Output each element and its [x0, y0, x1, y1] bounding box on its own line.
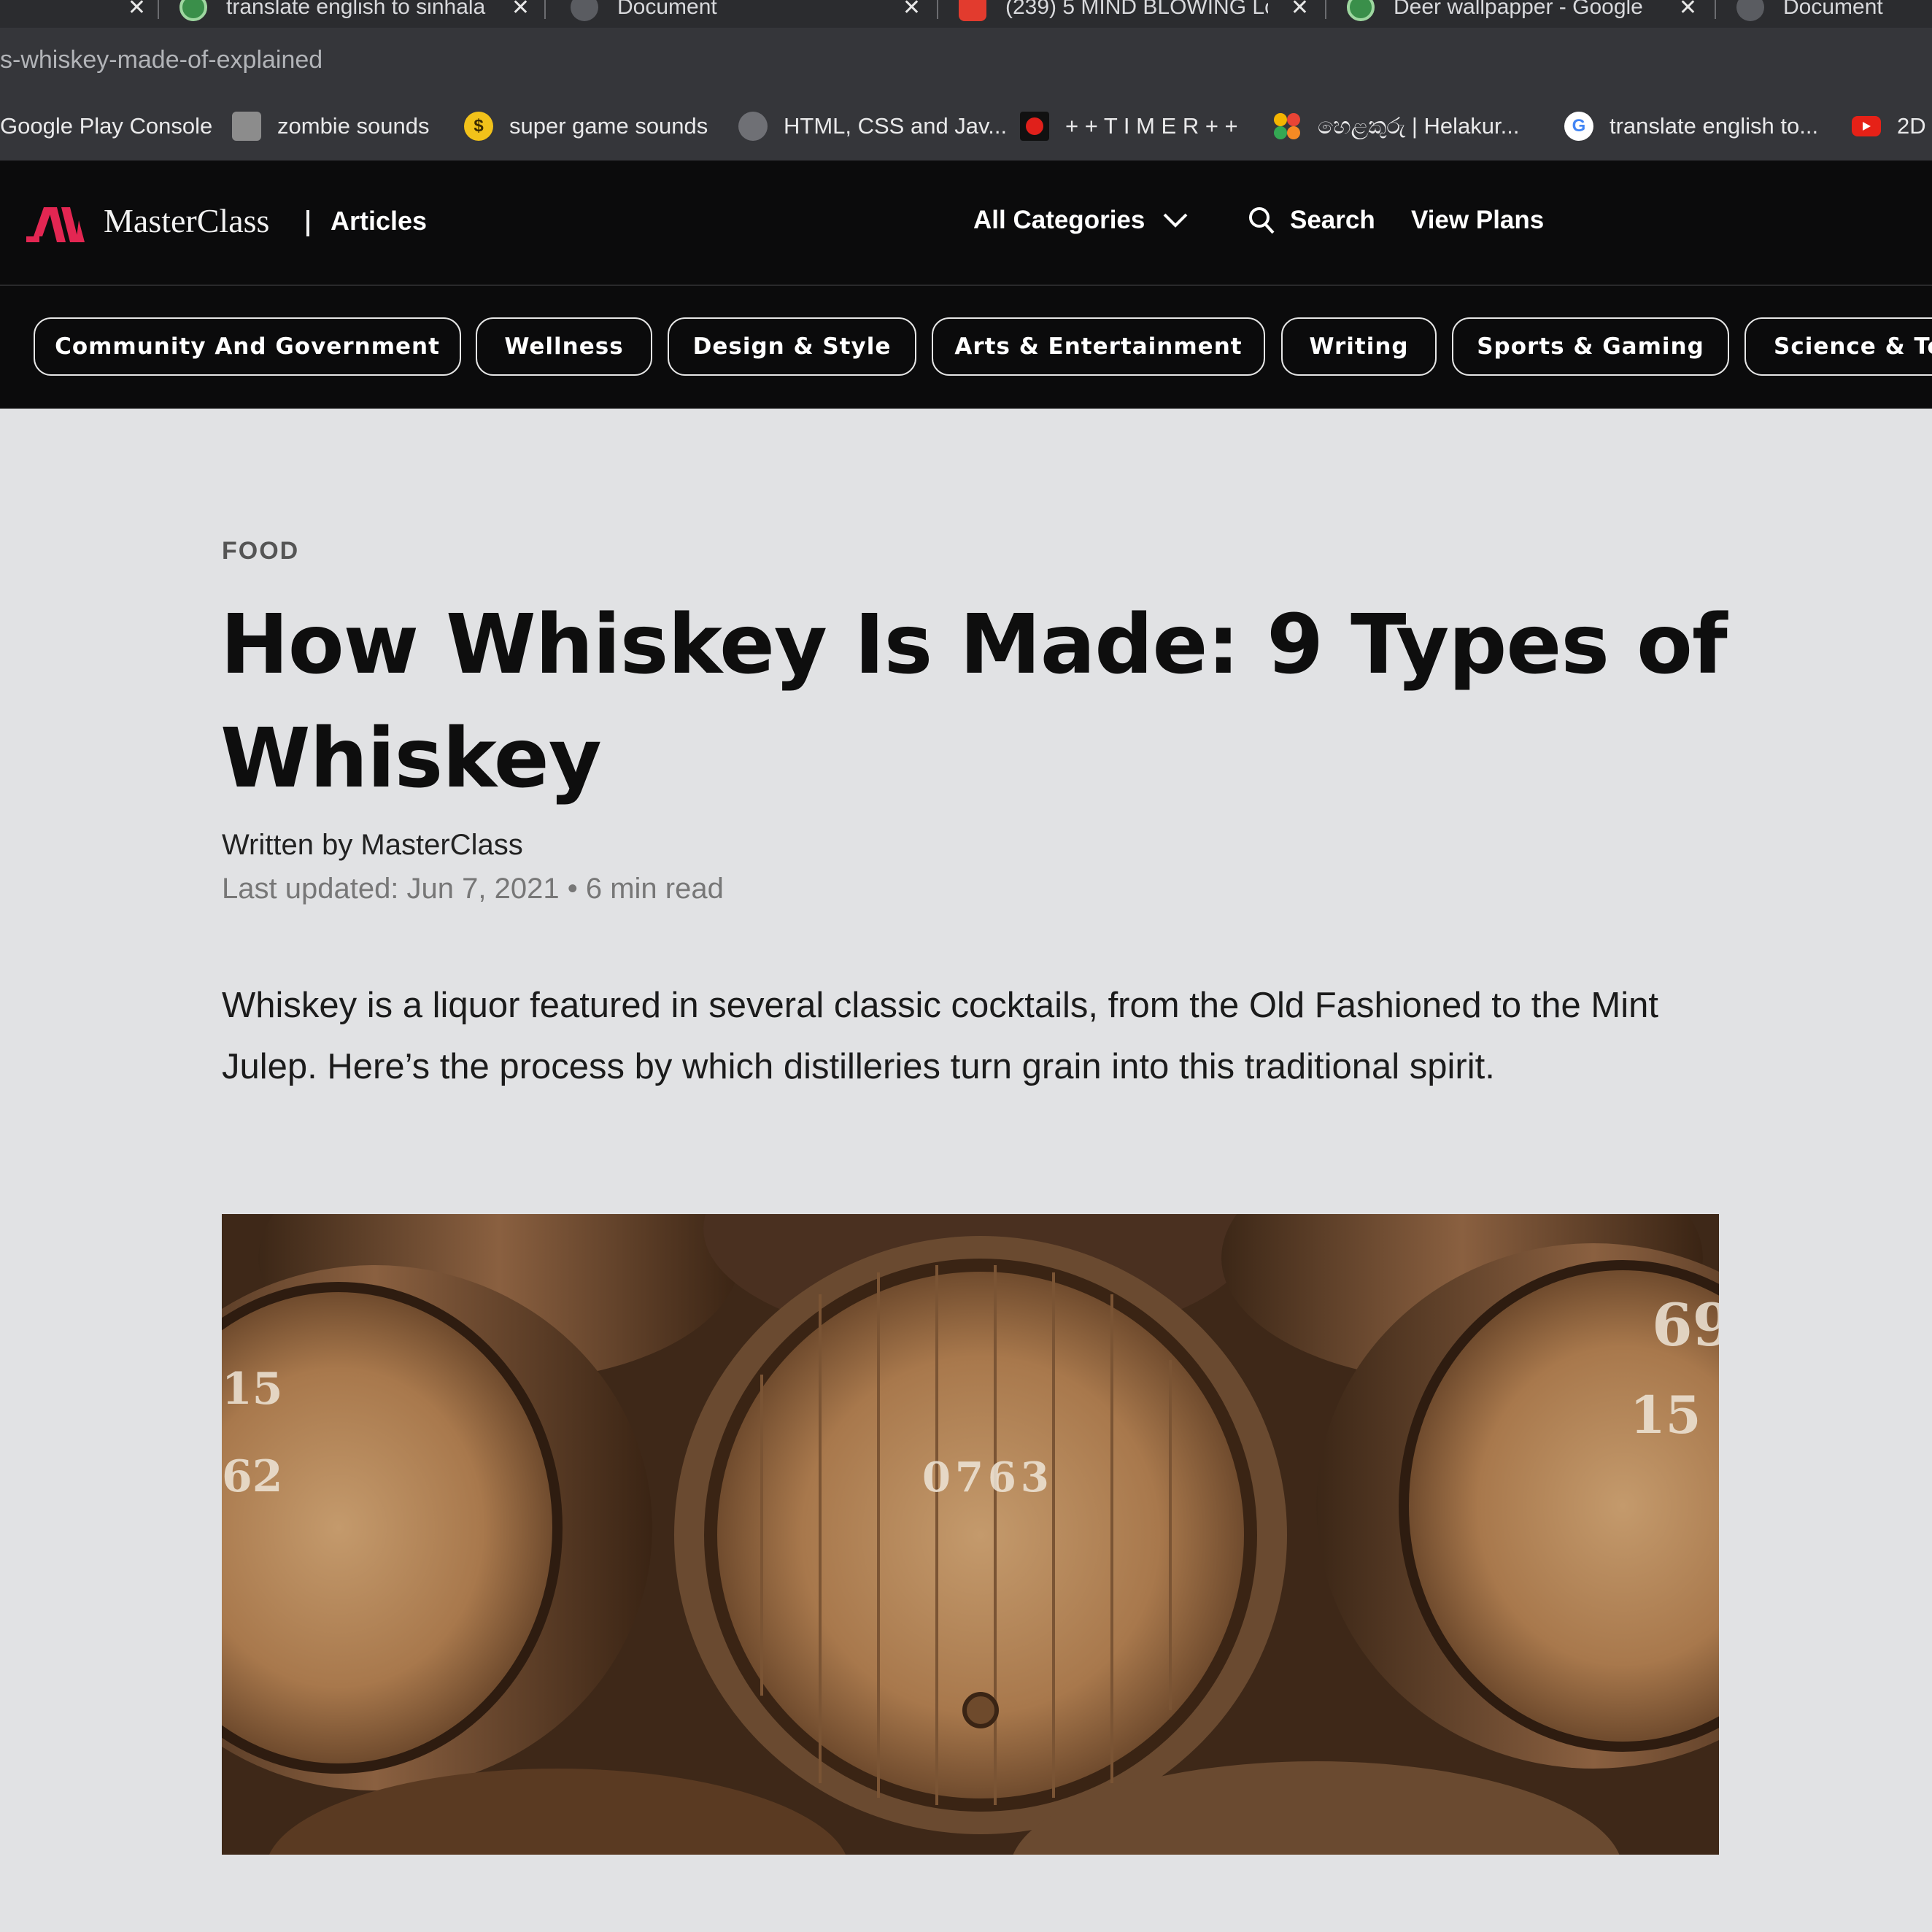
- search-icon: [1248, 206, 1275, 235]
- browser-tab[interactable]: Deer wallpapper - Google ✕: [1347, 0, 1697, 28]
- bookmark-label: Google Play Console: [0, 113, 213, 139]
- bookmark-item[interactable]: 2D: [1852, 92, 1926, 161]
- barrel-stencil: 15: [222, 1364, 283, 1415]
- article-category[interactable]: FOOD: [222, 537, 299, 565]
- section-link-articles[interactable]: Articles: [331, 206, 427, 236]
- search-label: Search: [1290, 206, 1375, 234]
- browser-tab-strip: ✕ translate english to sinhala ✕ Documen…: [0, 0, 1932, 28]
- bookmark-item[interactable]: HTML, CSS and Jav...: [738, 92, 1007, 161]
- article-meta: Last updated: Jun 7, 2021 • 6 min read: [222, 873, 724, 905]
- browser-tab[interactable]: Document ✕: [571, 0, 921, 28]
- view-plans-link[interactable]: View Plans: [1411, 206, 1544, 235]
- category-pill[interactable]: Arts & Entertainment: [932, 317, 1265, 376]
- close-tab-icon[interactable]: ✕: [511, 0, 530, 20]
- category-pill[interactable]: Wellness: [476, 317, 652, 376]
- view-plans-label: View Plans: [1411, 206, 1545, 234]
- coin-icon: $: [464, 112, 493, 141]
- barrel-stencil: 15: [1630, 1385, 1701, 1445]
- chrome-favicon-icon: [1347, 0, 1375, 21]
- category-pill-bar: Community And Government Wellness Design…: [0, 286, 1932, 409]
- chrome-favicon-icon: [179, 0, 207, 21]
- bookmark-label: translate english to...: [1610, 113, 1819, 139]
- close-tab-icon[interactable]: ✕: [128, 0, 146, 20]
- bookmark-label: + + T I M E R + +: [1065, 113, 1238, 139]
- bookmark-item[interactable]: $ super game sounds: [464, 92, 708, 161]
- bookmark-item[interactable]: zombie sounds: [232, 92, 430, 161]
- tab-separator: [158, 0, 159, 19]
- tab-title: (239) 5 MIND BLOWING Lo: [1005, 0, 1268, 19]
- brand-name[interactable]: MasterClass: [104, 201, 269, 240]
- zombie-icon: [232, 112, 261, 141]
- tab-title: Deer wallpapper - Google: [1394, 0, 1643, 19]
- article-title: How Whiskey Is Made: 9 Types of Whiskey: [220, 598, 1728, 806]
- youtube-icon: [1852, 116, 1881, 136]
- timer-icon: [1020, 112, 1049, 141]
- category-pill[interactable]: Science & Te: [1744, 317, 1932, 376]
- all-categories-label: All Categories: [973, 206, 1145, 234]
- close-tab-icon[interactable]: ✕: [1291, 0, 1309, 20]
- globe-favicon-icon: [1736, 0, 1764, 21]
- site-header: MasterClass Articles All Categories Sear…: [0, 161, 1932, 286]
- browser-tab[interactable]: (239) 5 MIND BLOWING Lo ✕: [959, 0, 1309, 28]
- bookmark-item[interactable]: G translate english to...: [1564, 92, 1818, 161]
- bookmark-label: හෙළකුරු | Helakur...: [1318, 112, 1520, 139]
- bookmark-label: 2D: [1897, 113, 1926, 139]
- category-pill[interactable]: Design & Style: [668, 317, 916, 376]
- browser-tab[interactable]: Document: [1736, 0, 1932, 28]
- bookmark-item[interactable]: හෙළකුරු | Helakur...: [1272, 92, 1519, 161]
- browser-tab[interactable]: translate english to sinhala ✕: [179, 0, 530, 28]
- bookmarks-bar: Google Play Console zombie sounds $ supe…: [0, 92, 1932, 161]
- bookmark-label: super game sounds: [509, 113, 708, 139]
- tab-separator: [1715, 0, 1716, 19]
- globe-favicon-icon: [571, 0, 598, 21]
- tab-separator: [1325, 0, 1326, 19]
- bookmark-label: HTML, CSS and Jav...: [784, 113, 1008, 139]
- category-pill[interactable]: Community And Government: [34, 317, 461, 376]
- tab-title: Document: [1783, 0, 1883, 19]
- bookmark-item[interactable]: + + T I M E R + +: [1020, 92, 1238, 161]
- category-pill[interactable]: Sports & Gaming: [1452, 317, 1729, 376]
- globe-icon: [738, 112, 768, 141]
- barrel-stencil: 62: [222, 1451, 283, 1502]
- browser-tab[interactable]: ✕: [0, 0, 146, 28]
- article-byline: Written by MasterClass: [222, 829, 523, 861]
- tab-title: Document: [617, 0, 717, 19]
- bookmark-label: zombie sounds: [277, 113, 430, 139]
- tab-separator: [937, 0, 938, 19]
- tab-title: translate english to sinhala: [226, 0, 486, 19]
- chevron-down-icon: [1162, 212, 1189, 229]
- address-bar[interactable]: s-whiskey-made-of-explained: [0, 28, 1932, 92]
- close-tab-icon[interactable]: ✕: [1679, 0, 1697, 20]
- google-icon: G: [1564, 112, 1593, 141]
- url-text: s-whiskey-made-of-explained: [0, 45, 323, 74]
- barrel-stencil: 69: [1652, 1291, 1719, 1359]
- helakuru-icon: [1272, 112, 1302, 141]
- barrel-stencil: 0763: [922, 1453, 1054, 1502]
- all-categories-dropdown[interactable]: All Categories: [973, 206, 1189, 235]
- masterclass-logo-icon[interactable]: [26, 206, 89, 247]
- tab-separator: [544, 0, 546, 19]
- bookmark-item[interactable]: Google Play Console: [0, 92, 212, 161]
- article-lede: Whiskey is a liquor featured in several …: [222, 986, 1658, 1086]
- brand-divider: [306, 210, 309, 236]
- hero-image-whiskey-barrels: 15 62 0763 69 15: [222, 1214, 1719, 1855]
- youtube-favicon-icon: [959, 0, 986, 21]
- category-pill[interactable]: Writing: [1281, 317, 1437, 376]
- close-tab-icon[interactable]: ✕: [903, 0, 921, 20]
- search-button[interactable]: Search: [1248, 206, 1375, 235]
